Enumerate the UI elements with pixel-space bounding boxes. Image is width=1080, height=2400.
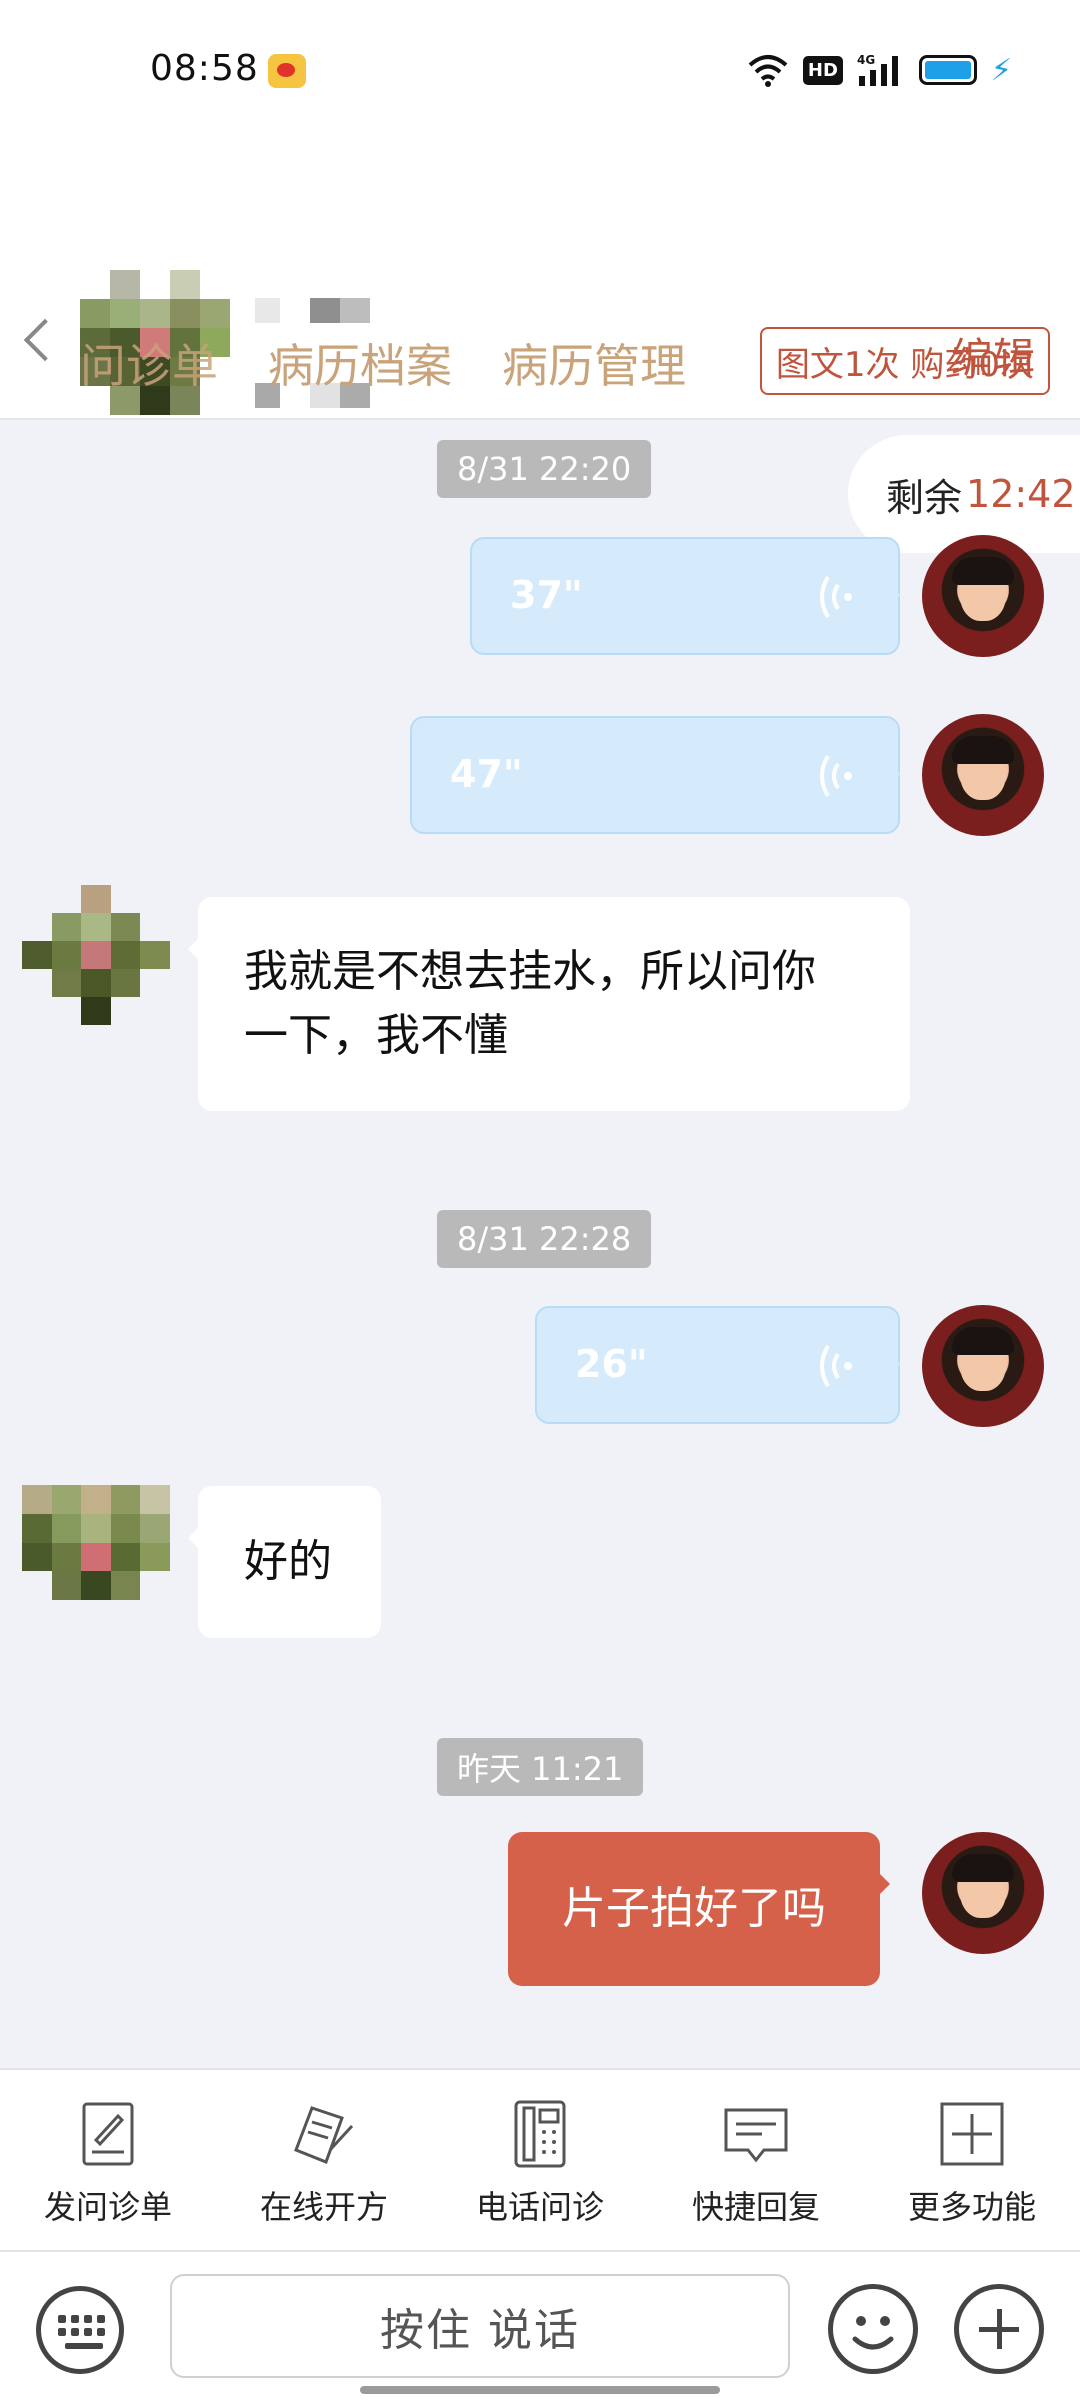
message-text: 片子拍好了吗 xyxy=(562,1883,826,1934)
status-icons: HD 4G ⚡ xyxy=(747,50,1012,90)
phone-icon xyxy=(514,2100,566,2168)
message-text-line: 我就是不想去挂水，所以问你 xyxy=(244,946,816,997)
doctor-avatar[interactable] xyxy=(922,714,1044,836)
tab-record-management[interactable]: 病历管理 xyxy=(502,330,686,396)
tool-label: 更多功能 xyxy=(907,2188,1036,2226)
tool-label: 快捷回复 xyxy=(691,2188,820,2226)
voice-message[interactable]: 26" xyxy=(535,1306,900,1424)
input-bar: 按住 说话 xyxy=(0,2252,1080,2400)
signal-icon: 4G xyxy=(857,53,898,86)
wifi-icon xyxy=(748,55,788,87)
tab-consult-form[interactable]: 问诊单 xyxy=(80,330,218,396)
voice-wave-icon xyxy=(808,569,864,625)
timestamp: 昨天 11:21 xyxy=(437,1738,644,1796)
prescription-icon xyxy=(294,2106,354,2164)
more-plus-icon xyxy=(940,2102,1004,2166)
patient-avatar[interactable] xyxy=(22,885,170,1025)
emoji-icon[interactable] xyxy=(828,2284,918,2374)
doctor-avatar[interactable] xyxy=(922,1832,1044,1954)
remaining-time-pill: 剩余 12:42 xyxy=(848,435,1080,553)
more-functions-button[interactable]: 更多功能 xyxy=(864,2070,1080,2250)
voice-duration: 26" xyxy=(575,1342,648,1386)
patient-avatar[interactable] xyxy=(22,1485,170,1600)
remaining-value: 12:42 xyxy=(966,472,1076,516)
voice-message[interactable]: 47" xyxy=(410,716,900,834)
hold-to-talk-button[interactable]: 按住 说话 xyxy=(170,2274,790,2378)
form-pen-icon xyxy=(82,2102,134,2166)
remaining-label: 剩余 xyxy=(886,475,963,520)
doctor-avatar[interactable] xyxy=(922,1305,1044,1427)
keyboard-toggle-icon[interactable] xyxy=(36,2286,124,2374)
charging-icon: ⚡ xyxy=(990,52,1012,88)
tool-label: 发问诊单 xyxy=(43,2188,172,2226)
status-bar: 08:58 HD 4G ⚡ xyxy=(0,0,1080,130)
phone-consult-button[interactable]: 电话问诊 xyxy=(432,2070,648,2250)
tab-medical-records[interactable]: 病历档案 xyxy=(268,330,452,396)
status-time: 08:58 xyxy=(150,48,259,89)
message-text: 好的 xyxy=(244,1536,332,1587)
function-toolbar: 发问诊单 在线开方 电话问诊 快捷回复 更多功能 xyxy=(0,2068,1080,2252)
battery-icon xyxy=(918,55,977,85)
timestamp: 8/31 22:28 xyxy=(437,1210,652,1268)
service-quota-badge[interactable]: 图文1次 购药0次 xyxy=(759,327,1050,395)
weibo-notification-icon xyxy=(268,54,306,88)
send-consult-form-button[interactable]: 发问诊单 xyxy=(0,2070,216,2250)
voice-wave-icon xyxy=(808,748,864,804)
tool-label: 在线开方 xyxy=(259,2188,388,2226)
timestamp: 8/31 22:20 xyxy=(437,440,652,498)
add-attachment-icon[interactable] xyxy=(954,2284,1044,2374)
message-text-line: 一下，我不懂 xyxy=(244,1010,508,1061)
home-indicator xyxy=(360,2386,720,2394)
online-prescription-button[interactable]: 在线开方 xyxy=(216,2070,432,2250)
svg-text:4G: 4G xyxy=(857,53,875,67)
hd-badge: HD xyxy=(802,55,843,85)
tool-label: 电话问诊 xyxy=(475,2188,604,2226)
incoming-message: 好的 xyxy=(188,1486,381,1638)
voice-duration: 37" xyxy=(510,573,583,617)
back-arrow-icon[interactable] xyxy=(23,318,67,362)
voice-duration: 47" xyxy=(450,752,523,796)
voice-message[interactable]: 37" xyxy=(470,537,900,655)
doctor-avatar[interactable] xyxy=(922,535,1044,657)
quick-reply-icon xyxy=(724,2108,788,2163)
outgoing-message: 片子拍好了吗 xyxy=(508,1832,890,1986)
quick-reply-button[interactable]: 快捷回复 xyxy=(648,2070,864,2250)
voice-wave-icon xyxy=(808,1338,864,1394)
incoming-message: 我就是不想去挂水，所以问你 一下，我不懂 xyxy=(188,897,910,1111)
header-tabs: 问诊单 病历档案 病历管理 xyxy=(80,330,686,396)
